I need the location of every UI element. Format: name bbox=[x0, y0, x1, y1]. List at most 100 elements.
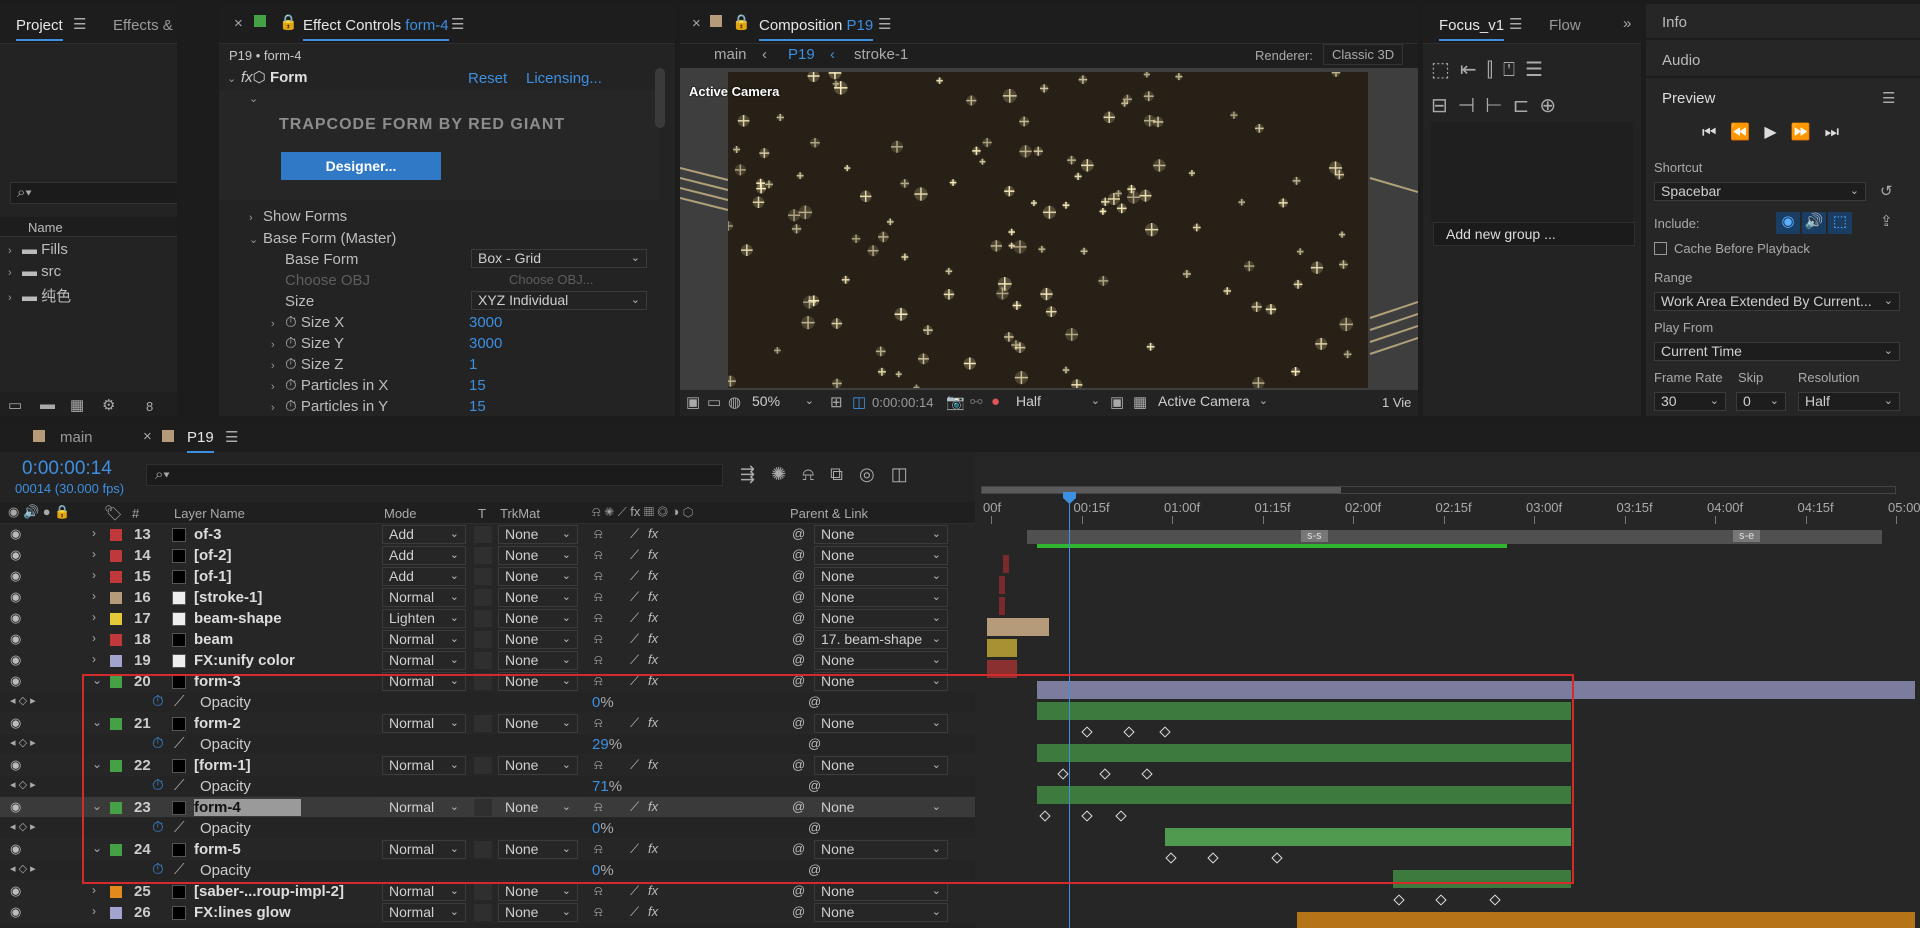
bpc-label[interactable]: 8 bpc bbox=[146, 399, 177, 416]
param-value[interactable]: 3000 bbox=[469, 314, 502, 331]
shy-switch-icon[interactable]: ⍾ bbox=[594, 526, 603, 542]
mode-dropdown[interactable]: Normal ⌄ bbox=[382, 882, 466, 901]
lock-icon[interactable]: 🔒 bbox=[279, 13, 298, 31]
audio-toggle-icon[interactable]: 🔊 bbox=[1802, 212, 1826, 234]
parent-dropdown[interactable]: None ⌄ bbox=[814, 525, 948, 544]
marker-se[interactable]: s-e bbox=[1733, 530, 1761, 542]
menu-icon[interactable]: ☰ bbox=[1509, 15, 1522, 33]
layer-row[interactable]: ◉ › 14 [of-2] Add ⌄ None ⌄ ⍾ ⟋ fx @ None ⌄ bbox=[0, 545, 975, 566]
base-form-group[interactable]: ⌄ Base Form (Master) bbox=[249, 230, 396, 247]
zoom-dropdown[interactable]: 50% ⌄ bbox=[746, 393, 820, 412]
param-value[interactable]: 3000 bbox=[469, 335, 502, 352]
audio-tab[interactable]: Audio bbox=[1662, 52, 1700, 69]
layer-bar[interactable] bbox=[999, 576, 1005, 594]
reset-link[interactable]: Reset bbox=[468, 70, 507, 87]
layer-row[interactable]: ◉ › 13 of-3 Add ⌄ None ⌄ ⍾ ⟋ fx @ None ⌄ bbox=[0, 524, 975, 545]
keyframe[interactable] bbox=[1435, 894, 1447, 906]
fx-switch-icon[interactable]: fx bbox=[648, 547, 658, 562]
parent-dropdown[interactable]: None ⌄ bbox=[814, 567, 948, 586]
shy-switch-icon[interactable]: ⍾ bbox=[594, 610, 603, 626]
close-icon[interactable]: × bbox=[143, 428, 152, 445]
keyframe-nav-icon[interactable]: ◂ ◇ ▸ bbox=[10, 736, 36, 749]
keyframe-nav-icon[interactable]: ◂ ◇ ▸ bbox=[10, 778, 36, 791]
eye-icon[interactable]: ◉ bbox=[10, 652, 21, 668]
expand-icon[interactable]: › bbox=[92, 652, 96, 666]
layer-row[interactable]: ◉ › 26 FX:lines glow Normal ⌄ None ⌄ ⍾ ⟋ f… bbox=[0, 902, 975, 923]
keyframe-nav-icon[interactable]: ◂ ◇ ▸ bbox=[10, 694, 36, 707]
comp-viewer[interactable] bbox=[728, 72, 1368, 388]
roi-icon[interactable]: ▣ bbox=[1110, 393, 1124, 411]
trkmat-header[interactable]: TrkMat bbox=[500, 506, 540, 521]
new-folder-icon[interactable]: ▬ bbox=[40, 396, 55, 413]
layer-row[interactable]: ◉ › 18 beam Normal ⌄ None ⌄ ⍾ ⟋ fx @ 17. b… bbox=[0, 629, 975, 650]
fx-switch-icon[interactable]: fx bbox=[648, 631, 658, 646]
next-frame-icon[interactable]: ⏩ bbox=[1791, 124, 1825, 141]
framerate-dropdown[interactable]: 30 ⌄ bbox=[1654, 392, 1726, 411]
camera-dropdown[interactable]: Active Camera ⌄ bbox=[1152, 393, 1274, 412]
param-value[interactable]: 1 bbox=[469, 356, 477, 373]
parent-dropdown[interactable]: None ⌄ bbox=[814, 609, 948, 628]
label-color-swatch[interactable] bbox=[110, 655, 122, 667]
renderer-button[interactable]: Classic 3D bbox=[1323, 44, 1404, 65]
project-settings-icon[interactable]: ⚙ bbox=[102, 396, 115, 414]
trkmat-dropdown[interactable]: None ⌄ bbox=[498, 651, 578, 670]
tab-effects[interactable]: Effects & bbox=[113, 17, 173, 34]
reset-icon[interactable]: ↺ bbox=[1880, 182, 1893, 200]
num-header[interactable]: # bbox=[132, 506, 139, 521]
mode-dropdown[interactable]: Normal ⌄ bbox=[382, 588, 466, 607]
new-comp-icon[interactable]: ▦ bbox=[70, 396, 84, 414]
distribute-icon[interactable]: ⊟⊣⊢⊏⊕ bbox=[1431, 95, 1566, 117]
mode-header[interactable]: Mode bbox=[384, 506, 417, 521]
parent-pickwhip-icon[interactable]: @ bbox=[792, 589, 805, 604]
parent-pickwhip-icon[interactable]: @ bbox=[792, 568, 805, 583]
trkmat-dropdown[interactable]: None ⌄ bbox=[498, 609, 578, 628]
label-color-swatch[interactable] bbox=[110, 529, 122, 541]
label-header-icon[interactable]: 🏷 bbox=[104, 504, 123, 522]
first-frame-icon[interactable]: ⏮ bbox=[1702, 124, 1730, 141]
eye-icon[interactable]: ◉ bbox=[10, 547, 21, 563]
layer-bar[interactable] bbox=[987, 618, 1049, 636]
project-item[interactable]: › ▬ src bbox=[8, 263, 61, 280]
layer-name[interactable]: FX:lines glow bbox=[194, 904, 291, 921]
fx-switch-icon[interactable]: fx bbox=[648, 652, 658, 667]
camera-snapshot-icon[interactable]: 📷 bbox=[946, 393, 965, 411]
choose-obj-button[interactable]: Choose OBJ... bbox=[509, 272, 594, 287]
layer-name-header[interactable]: Layer Name bbox=[174, 506, 245, 521]
layer-name[interactable]: [saber-...roup-impl-2] bbox=[194, 883, 344, 900]
quality-switch-icon[interactable]: ⟋ bbox=[630, 589, 639, 605]
color-channels-icon[interactable]: ● bbox=[991, 393, 1000, 410]
add-group-button[interactable]: Add new group ... bbox=[1433, 222, 1635, 246]
trkmat-dropdown[interactable]: None ⌄ bbox=[498, 630, 578, 649]
breadcrumb-main[interactable]: main bbox=[714, 46, 747, 63]
parent-pickwhip-icon[interactable]: @ bbox=[792, 610, 805, 625]
parent-dropdown[interactable]: 17. beam-shape ⌄ bbox=[814, 630, 948, 649]
trkmat-dropdown[interactable]: None ⌄ bbox=[498, 903, 578, 922]
parent-header[interactable]: Parent & Link bbox=[790, 506, 868, 521]
transparency-grid-icon[interactable]: ▦ bbox=[1133, 393, 1147, 411]
lock-icon[interactable]: 🔒 bbox=[732, 13, 751, 31]
fx-switch-icon[interactable]: fx bbox=[648, 883, 658, 898]
always-preview-icon[interactable]: ▣ bbox=[686, 393, 700, 411]
preview-tab[interactable]: Preview bbox=[1662, 90, 1715, 107]
resolution-dropdown[interactable]: Half ⌄ bbox=[1010, 393, 1106, 412]
param-row[interactable]: › ⏱ Size Y bbox=[271, 335, 344, 352]
menu-icon[interactable]: ☰ bbox=[878, 15, 891, 33]
shy-switch-icon[interactable]: ⍾ bbox=[594, 652, 603, 668]
cache-checkbox[interactable] bbox=[1654, 242, 1667, 255]
eye-icon[interactable]: ◉ bbox=[10, 904, 21, 920]
close-icon[interactable]: × bbox=[234, 15, 243, 32]
show-forms-group[interactable]: › Show Forms bbox=[249, 208, 347, 225]
param-row[interactable]: › ⏱ Particles in Y bbox=[271, 398, 388, 415]
layer-row[interactable]: ◉ › 17 beam-shape Lighten ⌄ None ⌄ ⍾ ⟋ fx … bbox=[0, 608, 975, 629]
breadcrumb-stroke[interactable]: stroke-1 bbox=[854, 46, 908, 63]
parent-pickwhip-icon[interactable]: @ bbox=[792, 652, 805, 667]
parent-dropdown[interactable]: None ⌄ bbox=[814, 882, 948, 901]
mode-dropdown[interactable]: Add ⌄ bbox=[382, 567, 466, 586]
mode-dropdown[interactable]: Add ⌄ bbox=[382, 525, 466, 544]
tab-focus[interactable]: Focus_v1 bbox=[1439, 17, 1505, 41]
shy-switch-icon[interactable]: ⍾ bbox=[594, 904, 603, 920]
frame-blend-icon[interactable]: ⧉ bbox=[830, 464, 859, 484]
project-item[interactable]: › ▬ Fills bbox=[8, 241, 68, 258]
expand-icon[interactable]: › bbox=[92, 610, 96, 624]
tab-effect-controls[interactable]: Effect Controls form-4 bbox=[303, 17, 449, 41]
